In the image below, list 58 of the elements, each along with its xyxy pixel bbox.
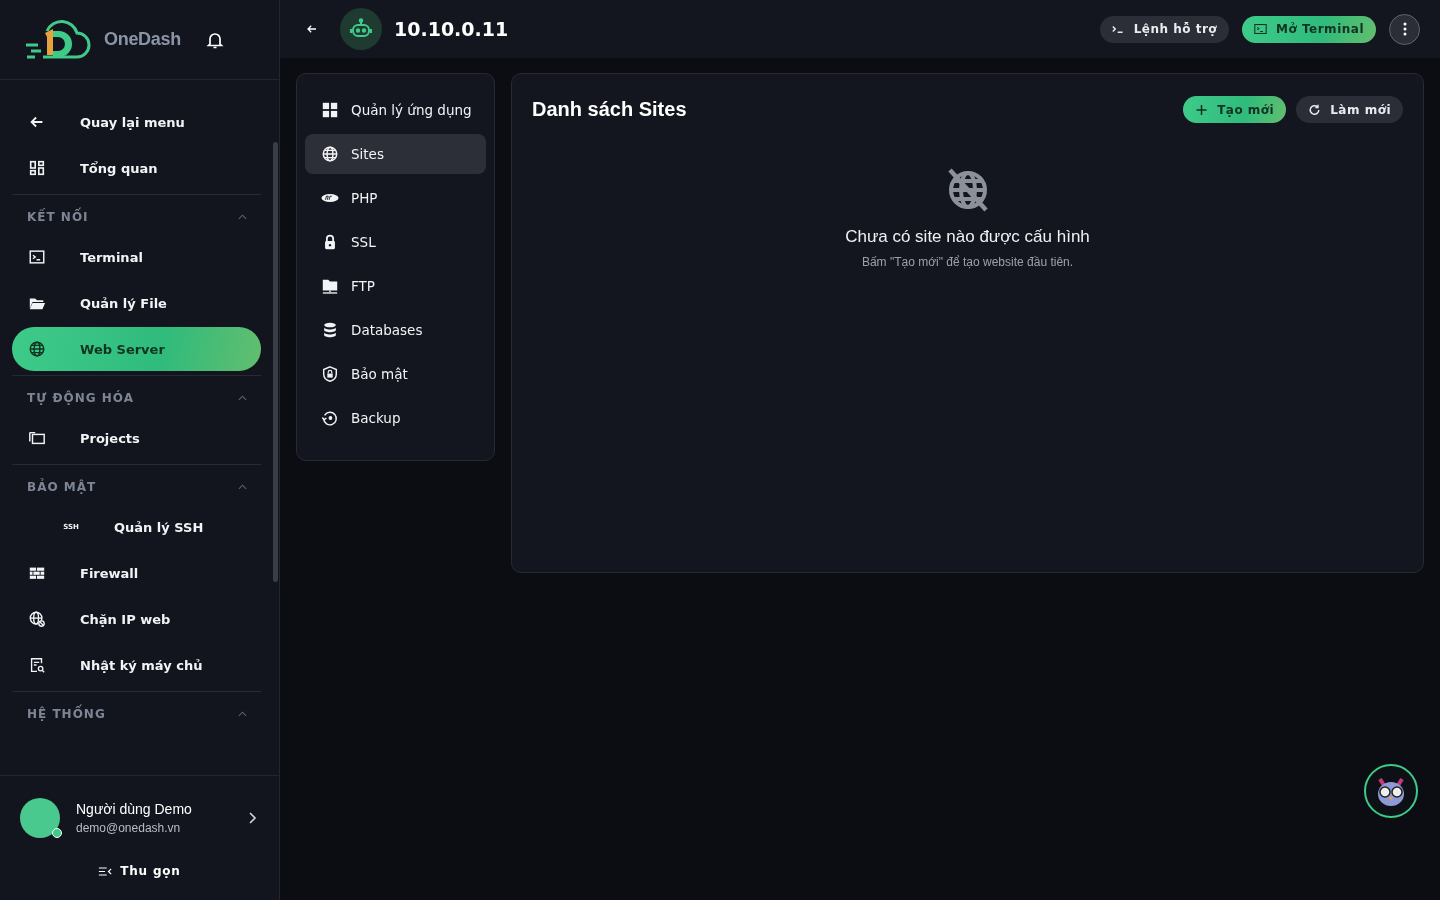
section-heading: TỰ ĐỘNG HÓA (27, 391, 134, 405)
panel-title: Danh sách Sites (532, 98, 687, 121)
refresh-button[interactable]: Làm mới (1296, 96, 1403, 123)
backup-icon (321, 409, 339, 427)
menu-item[interactable]: Bảo mật (305, 354, 486, 394)
chevron-icon[interactable] (238, 214, 247, 220)
sidebar-item[interactable]: Tổng quan (12, 146, 261, 190)
section-heading: BẢO MẬT (27, 480, 97, 494)
server-title: 10.10.0.11 (394, 18, 509, 40)
shield-lock-icon (321, 365, 339, 383)
menu-item[interactable]: Sites (305, 134, 486, 174)
folder-network-icon (321, 277, 339, 295)
create-button[interactable]: Tạo mới (1183, 96, 1287, 123)
sidebar-item[interactable]: Web Server (12, 327, 261, 371)
chevron-icon[interactable] (238, 484, 247, 490)
user-email: demo@onedash.vn (76, 821, 182, 835)
globe-icon (28, 340, 46, 358)
sidebar-item[interactable]: Quản lý File (12, 281, 261, 325)
chevron-icon[interactable] (238, 711, 247, 717)
chevron-icon[interactable] (238, 395, 247, 401)
menu-item[interactable]: Databases (305, 310, 486, 350)
more-options-button[interactable] (1389, 13, 1420, 45)
chevron-right-icon[interactable] (247, 811, 257, 825)
commands-button[interactable]: Lệnh hỗ trợ (1099, 15, 1230, 43)
terminal-icon (28, 248, 46, 266)
prompt-icon (1111, 23, 1125, 35)
menu-item[interactable]: SSL (305, 222, 486, 262)
dashboard-icon (28, 159, 46, 177)
sidebar-item[interactable]: Nhật ký máy chủ (12, 643, 261, 687)
log-search-icon (28, 656, 46, 674)
sidebar-item[interactable]: Projects (12, 416, 261, 460)
apps-grid-icon (321, 101, 339, 119)
more-icon (1402, 22, 1407, 36)
sidebar-item[interactable]: Firewall (12, 551, 261, 595)
database-icon (321, 321, 339, 339)
menu-item[interactable]: Quản lý ứng dụng (305, 90, 486, 130)
menu-item[interactable]: FTP (305, 266, 486, 306)
empty-state-hint: Bấm "Tạo mới" để tạo website đầu tiên. (861, 255, 1074, 269)
brand-name: OneDash (104, 29, 181, 50)
sidebar-item[interactable]: Chặn IP web (12, 597, 261, 641)
menu-item[interactable]: Backup (305, 398, 486, 438)
menu-item[interactable]: PHP (305, 178, 486, 218)
collapse-button[interactable]: Thu gọn (94, 860, 185, 882)
sidebar-item[interactable]: Terminal (12, 235, 261, 279)
empty-state-title: Chưa có site nào được cấu hình (845, 227, 1090, 247)
globe-icon (321, 145, 339, 163)
sidebar-item[interactable]: Quay lại menu (12, 100, 261, 144)
robot-icon (340, 8, 382, 50)
refresh-icon (1308, 103, 1322, 116)
projects-icon (28, 429, 46, 447)
terminal-icon (1254, 23, 1268, 35)
assistant-button[interactable] (1364, 764, 1418, 818)
scrollbar[interactable] (273, 142, 278, 582)
collapse-icon (98, 865, 113, 877)
open-terminal-button[interactable]: Mở Terminal (1242, 15, 1376, 43)
user-name: Người dùng Demo (76, 801, 193, 817)
globe-block-icon (28, 610, 46, 628)
plus-icon (1195, 103, 1209, 116)
